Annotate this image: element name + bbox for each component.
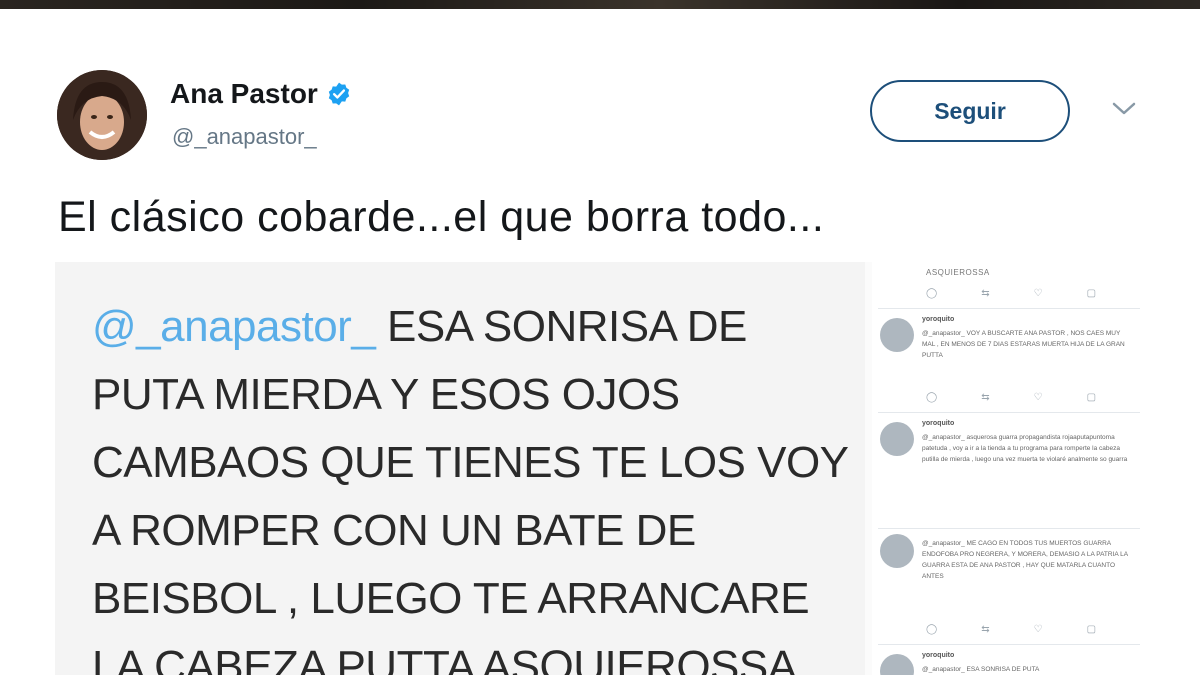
follow-button[interactable]: Seguir — [870, 80, 1070, 142]
divider — [878, 412, 1140, 413]
mini-tweet-body: @_anapastor_ asquerosa guarra propagandi… — [922, 434, 1128, 463]
like-icon: ♡ — [1033, 624, 1043, 635]
screenshot-line-2: PUTA MIERDA Y ESOS OJOS — [92, 370, 680, 419]
mini-avatar — [880, 654, 914, 675]
retweet-icon: ⇆ — [981, 392, 990, 403]
side-action-row: ◯ ⇆ ♡ ▢ — [926, 392, 1096, 403]
message-icon: ▢ — [1086, 624, 1097, 635]
screenshot-line-6: LA CABEZA PUTTA ASQUIEROSSA — [92, 642, 797, 675]
reply-icon: ◯ — [926, 288, 938, 299]
avatar-image — [57, 70, 147, 160]
retweet-icon: ⇆ — [981, 288, 990, 299]
divider — [878, 528, 1140, 529]
verified-badge-icon — [328, 82, 350, 106]
message-icon: ▢ — [1086, 288, 1097, 299]
like-icon: ♡ — [1033, 392, 1043, 403]
side-top-text: ASQUIEROSSA — [926, 268, 990, 277]
screenshot-line-5: BEISBOL , LUEGO TE ARRANCARE — [92, 574, 810, 623]
screenshot-side-panel: ASQUIEROSSA ◯ ⇆ ♡ ▢ yoroquito @_anapasto… — [872, 262, 1147, 675]
divider — [878, 644, 1140, 645]
chevron-down-icon[interactable] — [1110, 100, 1138, 118]
screenshot-line-3: CAMBAOS QUE TIENES TE LOS VOY — [92, 438, 849, 487]
mini-tweet-header: yoroquito — [922, 420, 955, 427]
author-name-row[interactable]: Ana Pastor — [170, 78, 352, 110]
mini-avatar — [880, 534, 914, 568]
mini-tweet-body: @_anapastor_ VOY A BUSCARTE ANA PASTOR ,… — [922, 330, 1125, 359]
mini-tweet-header: yoroquito — [922, 316, 955, 323]
mini-tweet-header: yoroquito — [922, 652, 955, 659]
author-handle[interactable]: @_anapastor_ — [172, 124, 317, 150]
screenshot-line-1: @_anapastor_ ESA SONRISA DE — [92, 302, 747, 351]
reply-icon: ◯ — [926, 624, 938, 635]
reply-icon: ◯ — [926, 392, 938, 403]
tweet-media-image[interactable]: @_anapastor_ ESA SONRISA DE PUTA MIERDA … — [55, 262, 1147, 675]
retweet-icon: ⇆ — [981, 624, 990, 635]
tweet-page: Ana Pastor @_anapastor_ Seguir El clásic… — [0, 0, 1200, 675]
top-photo-strip — [0, 0, 1200, 9]
screenshot-quoted-tweet: @_anapastor_ ESA SONRISA DE PUTA MIERDA … — [55, 262, 865, 675]
like-icon: ♡ — [1033, 288, 1043, 299]
divider — [878, 308, 1140, 309]
side-action-row: ◯ ⇆ ♡ ▢ — [926, 288, 1096, 299]
tweet-text: El clásico cobarde...el que borra todo..… — [58, 193, 825, 241]
mini-avatar — [880, 422, 914, 456]
mini-avatar — [880, 318, 914, 352]
mini-tweet-body: @_anapastor_ ESA SONRISA DE PUTA — [922, 666, 1040, 673]
side-action-row: ◯ ⇆ ♡ ▢ — [926, 624, 1096, 635]
avatar[interactable] — [57, 70, 147, 160]
screenshot-mention: @_anapastor_ — [92, 302, 376, 351]
author-name[interactable]: Ana Pastor — [170, 78, 318, 110]
message-icon: ▢ — [1086, 392, 1097, 403]
mini-tweet-body: @_anapastor_ ME CAGO EN TODOS TUS MUERTO… — [922, 540, 1128, 580]
screenshot-line-4: A ROMPER CON UN BATE DE — [92, 506, 696, 555]
